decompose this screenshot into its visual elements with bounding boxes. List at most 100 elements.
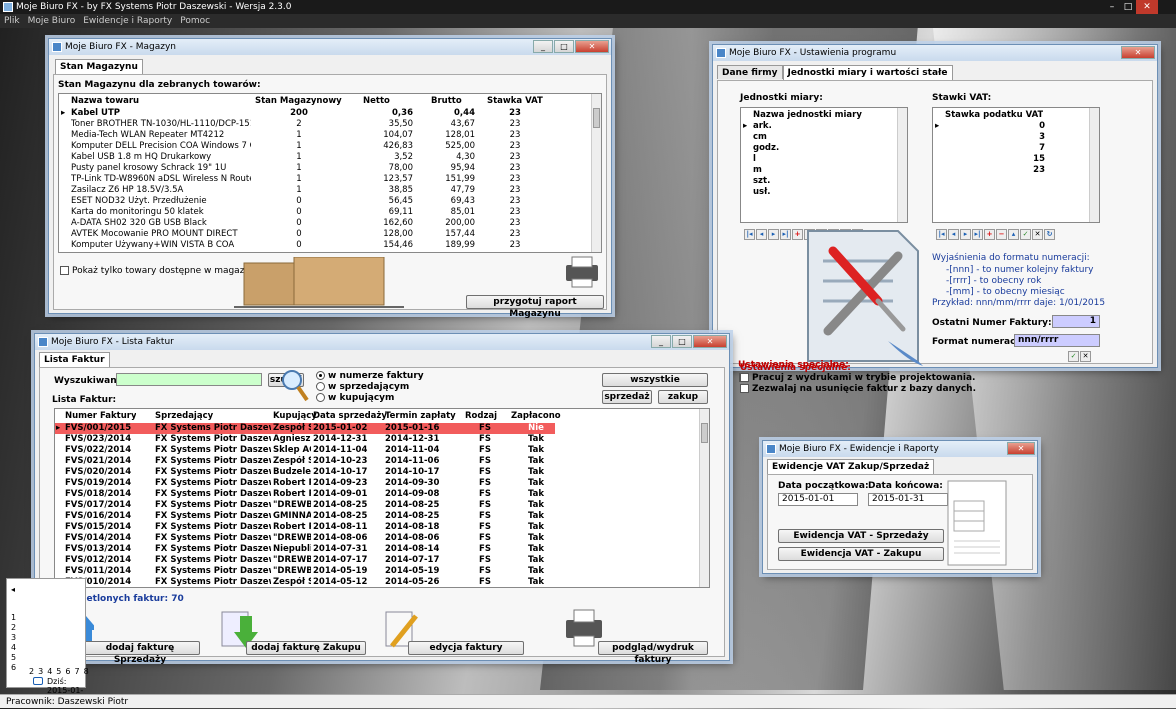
delete-record-icon[interactable]: − [996, 229, 1007, 240]
col-brutto[interactable]: Brutto [431, 96, 462, 107]
table-row[interactable]: Kabel USB 1.8 m HQ Drukarkowy 1 3,52 4,30 23 [59, 152, 589, 163]
first-record-icon[interactable]: |◂ [936, 229, 947, 240]
calendar-day[interactable]: 2 [29, 667, 34, 676]
prev-record-icon[interactable]: ◂ [948, 229, 959, 240]
radio-numer[interactable] [316, 371, 325, 380]
col-data-sprzedazy[interactable]: Data sprzedaży [313, 411, 387, 422]
col-vat[interactable]: Stawka VAT [487, 96, 543, 107]
close-icon[interactable]: ✕ [693, 335, 727, 348]
table-row[interactable]: FVS/010/2014FX Systems Piotr DaszewskiZe… [55, 577, 555, 587]
scrollbar[interactable] [699, 409, 709, 587]
vat-sale-register-button[interactable]: Ewidencja VAT - Sprzedaży [778, 529, 944, 543]
allow-delete-checkbox[interactable] [740, 384, 749, 393]
show-available-checkbox[interactable] [60, 266, 69, 275]
last-number-field[interactable]: 1 [1052, 315, 1100, 328]
edit-record-icon[interactable]: ▴ [1008, 229, 1019, 240]
close-icon[interactable]: ✕ [575, 40, 609, 53]
menu-pomoc[interactable]: Pomoc [180, 14, 210, 28]
col-sprzedajacy[interactable]: Sprzedający [155, 411, 213, 422]
design-mode-checkbox[interactable] [740, 373, 749, 382]
menu-plik[interactable]: Plik [4, 14, 20, 28]
magazyn-grid[interactable]: Nazwa towaru Stan Magazynowy Netto Brutt… [58, 93, 602, 253]
scrollbar[interactable] [1089, 108, 1099, 222]
end-date-field[interactable]: 2015-01-31 [868, 493, 948, 506]
table-row[interactable]: Media-Tech WLAN Repeater MT4212 1 104,07 12… [59, 130, 589, 141]
table-row[interactable]: FVS/014/2014 FX Systems Piotr Daszewski"D… [55, 533, 555, 544]
col-rodzaj[interactable]: Rodzaj [465, 411, 497, 422]
edit-invoice-button[interactable]: edycja faktury [408, 641, 524, 655]
next-record-icon[interactable]: ▸ [960, 229, 971, 240]
insert-record-icon[interactable]: + [984, 229, 995, 240]
table-row[interactable]: TP-Link TD-W8960N aDSL Wireless N Router… [59, 174, 589, 185]
table-row[interactable]: A-DATA SH02 320 GB USB Black 0 162,60 200,0… [59, 218, 589, 229]
calendar-prev-icon[interactable]: ◂ [11, 585, 15, 594]
last-record-icon[interactable]: ▸| [972, 229, 983, 240]
tab-dane-firmy[interactable]: Dane firmy [717, 65, 783, 79]
calendar-day[interactable]: 5 [56, 667, 61, 676]
all-button[interactable]: wszystkie [602, 373, 708, 387]
search-input[interactable] [116, 373, 262, 386]
sale-filter-button[interactable]: sprzedaż [602, 390, 652, 404]
add-purchase-button[interactable]: dodaj fakturę Zakupu [246, 641, 366, 655]
table-row[interactable]: ▸ Kabel UTP 200 0,36 0,44 23 [59, 108, 589, 119]
menu-ewidencje[interactable]: Ewidencje i Raporty [83, 14, 172, 28]
table-row[interactable]: ESET NOD32 Użyt. Przedłużenie 0 56,45 69,43… [59, 196, 589, 207]
table-row[interactable]: Pusty panel krosowy Schrack 19" 1U 1 78,00… [59, 163, 589, 174]
calendar-day[interactable]: 6 [65, 667, 70, 676]
calendar-day[interactable]: 4 [47, 667, 52, 676]
col-numer[interactable]: Numer Faktury [65, 411, 136, 422]
tab-lista-faktur[interactable]: Lista Faktur [39, 352, 110, 367]
tab-ewidencje-vat[interactable]: Ewidencje VAT Zakup/Sprzedaż [767, 459, 935, 474]
minimize-icon[interactable]: – [1104, 0, 1120, 14]
faktury-grid[interactable]: Numer Faktury Sprzedający Kupujący Data … [54, 408, 710, 588]
cancel-icon[interactable]: ✕ [1080, 351, 1091, 362]
table-row[interactable]: FVS/019/2014 FX Systems Piotr DaszewskiRo… [55, 478, 555, 489]
table-row[interactable]: FVS/020/2014 FX Systems Piotr DaszewskiBu… [55, 467, 555, 478]
col-termin[interactable]: Termin zapłaty [385, 411, 456, 422]
col-zaplacono[interactable]: Zapłacono [511, 411, 561, 422]
table-row[interactable]: Zasilacz Z6 HP 18.5V/3.5A 1 38,85 47,79 23 [59, 185, 589, 196]
close-icon[interactable]: ✕ [1121, 46, 1155, 59]
add-sale-button[interactable]: dodaj fakturę Sprzedaży [80, 641, 200, 665]
table-row[interactable]: Komputer Używany+WIN VISTA B COA 0 154,46 1… [59, 240, 589, 251]
first-record-icon[interactable]: |◂ [744, 229, 755, 240]
tab-jednostki[interactable]: Jednostki miary i wartości stałe [782, 65, 953, 80]
tab-stan-magazynu[interactable]: Stan Magazynu [55, 59, 143, 74]
table-row[interactable]: AVTEK Mocowanie PRO MOUNT DIRECT 0 128,00 1… [59, 229, 589, 240]
calendar-day[interactable]: 7 [74, 667, 79, 676]
format-field[interactable]: nnn/rrrr [1014, 334, 1100, 347]
post-record-icon[interactable]: ✓ [1020, 229, 1031, 240]
table-row[interactable]: FVS/023/2014 FX Systems Piotr DaszewskiAg… [55, 434, 555, 445]
close-icon[interactable]: ✕ [1136, 0, 1158, 14]
buy-filter-button[interactable]: zakup [658, 390, 708, 404]
calendar-day[interactable]: 3 [38, 667, 43, 676]
col-nazwa[interactable]: Nazwa towaru [71, 96, 139, 107]
table-row[interactable]: ▸ FVS/001/2015 FX Systems Piotr DaszewskiZ… [55, 423, 555, 434]
close-icon[interactable]: ✕ [1007, 442, 1035, 455]
table-row[interactable]: FVS/021/2014 FX Systems Piotr DaszewskiZe… [55, 456, 555, 467]
table-row[interactable]: Karta do monitoringu 50 klatek 0 69,11 85,0… [59, 207, 589, 218]
table-row[interactable]: FVS/011/2014 FX Systems Piotr Daszewski"D… [55, 566, 555, 577]
last-record-icon[interactable]: ▸| [780, 229, 791, 240]
prev-record-icon[interactable]: ◂ [756, 229, 767, 240]
refresh-record-icon[interactable]: ↻ [1044, 229, 1055, 240]
radio-kupujacy[interactable] [316, 393, 325, 402]
radio-sprzedajacy[interactable] [316, 382, 325, 391]
vat-purchase-register-button[interactable]: Ewidencja VAT - Zakupu [778, 547, 944, 561]
start-date-field[interactable]: 2015-01-01 [778, 493, 858, 506]
minimize-icon[interactable]: _ [533, 40, 553, 53]
maximize-icon[interactable]: □ [672, 335, 692, 348]
save-icon[interactable]: ✓ [1068, 351, 1079, 362]
scrollbar[interactable] [591, 94, 601, 252]
maximize-icon[interactable]: □ [554, 40, 574, 53]
col-kupujacy[interactable]: Kupujący [273, 411, 317, 422]
vat-grid[interactable]: Stawka podatku VAT ▸ 0 3 7 15 23 [932, 107, 1100, 223]
table-row[interactable]: Komputer DELL Precision COA Windows 7 OE… [59, 141, 589, 152]
print-invoice-button[interactable]: podgląd/wydruk faktury [598, 641, 708, 665]
next-record-icon[interactable]: ▸ [768, 229, 779, 240]
maximize-icon[interactable]: □ [1120, 0, 1136, 14]
calendar-day[interactable]: 8 [84, 667, 89, 676]
minimize-icon[interactable]: _ [651, 335, 671, 348]
table-row[interactable]: FVS/018/2014 FX Systems Piotr DaszewskiRo… [55, 489, 555, 500]
table-row[interactable]: FVS/013/2014 FX Systems Piotr DaszewskiNi… [55, 544, 555, 555]
